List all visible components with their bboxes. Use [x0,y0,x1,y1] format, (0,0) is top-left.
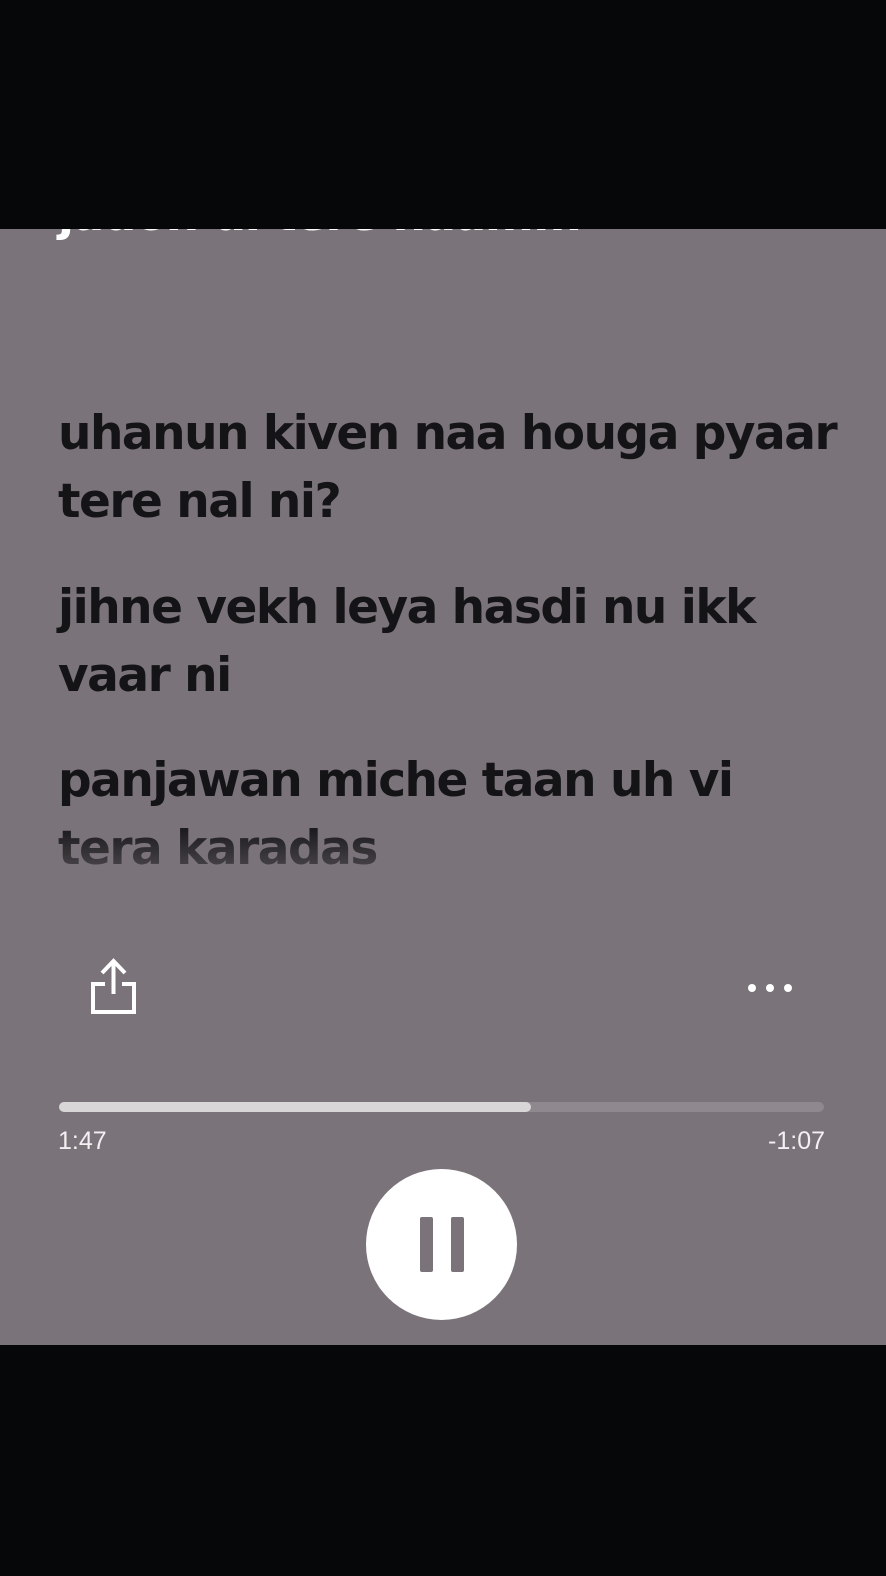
progress-fill [59,1102,531,1112]
pause-icon-bar-left [420,1217,433,1272]
pause-button[interactable] [366,1169,517,1320]
screen: jadon di tere naam... uhanun kiven naa h… [0,0,886,1576]
elapsed-time: 1:47 [58,1127,107,1155]
lyrics-player: jadon di tere naam... uhanun kiven naa h… [0,229,886,1345]
lyric-line-previous[interactable]: jadon di tere naam... [58,229,583,249]
share-icon [91,958,136,1014]
lyric-line[interactable]: uhanun kiven naa houga pyaar tere nal ni… [58,400,848,536]
playback-progress-bar[interactable] [59,1102,824,1112]
lyric-line[interactable]: panjawan miche taan uh vi tera karadas [58,747,848,883]
more-options-button[interactable] [744,971,796,1001]
share-button[interactable] [88,957,140,1017]
more-icon [748,984,792,992]
remaining-time: -1:07 [768,1127,825,1155]
pause-icon-bar-right [451,1217,464,1272]
lyric-line[interactable]: jihne vekh leya hasdi nu ikk vaar ni [58,574,848,710]
